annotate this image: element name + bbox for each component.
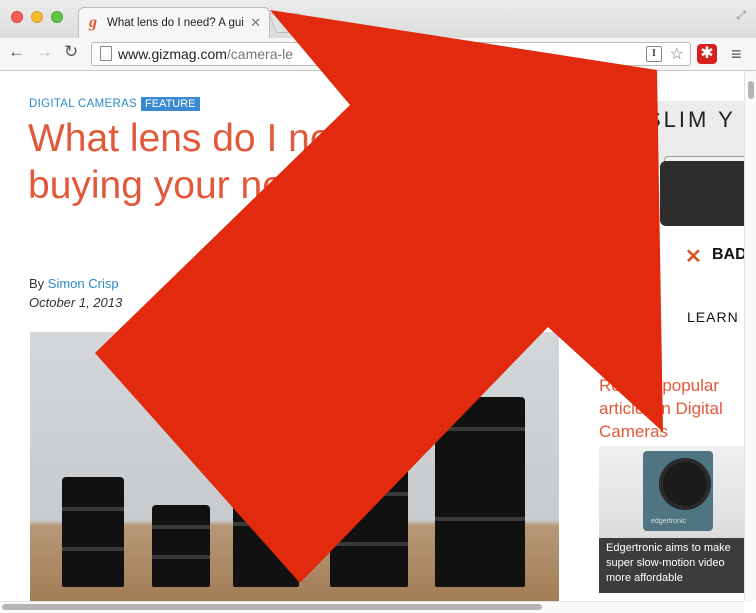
page-content: DIGITAL CAMERAS FEATURE What lens do I n… xyxy=(0,71,744,601)
close-tab-icon[interactable]: ✕ xyxy=(250,15,261,31)
horizontal-scrollbar[interactable] xyxy=(0,601,744,613)
maximize-window-button[interactable] xyxy=(51,11,63,23)
related-article-caption[interactable]: Edgertronic aims to make super slow-moti… xyxy=(606,541,744,586)
page-icon xyxy=(100,46,112,61)
ad-bad-text: BAD xyxy=(712,246,744,263)
related-article-card[interactable]: edgertronic Edgertronic aims to make sup… xyxy=(599,446,744,593)
ad-learn-button[interactable]: LEARN xyxy=(687,309,739,325)
back-button[interactable]: ← xyxy=(8,42,25,62)
minimize-window-button[interactable] xyxy=(31,11,43,23)
bookmark-star-icon[interactable]: ☆ xyxy=(670,44,684,64)
gizmag-favicon-icon: g xyxy=(89,14,97,31)
url-path: /camera-le xyxy=(226,46,294,62)
related-articles-title: Related popular articles in Digital Came… xyxy=(599,376,723,441)
browser-tab[interactable]: g What lens do I need? A gui ✕ xyxy=(78,7,270,38)
lens-image xyxy=(152,505,210,587)
address-bar[interactable]: www.gizmag.com/camera-le I ☆ xyxy=(91,42,691,66)
extension-icon[interactable]: ✱ xyxy=(697,44,717,64)
feature-badge[interactable]: FEATURE xyxy=(141,97,200,111)
wallet-image xyxy=(660,161,744,226)
lens-image xyxy=(233,422,299,587)
x-icon: ✕ xyxy=(685,246,702,268)
url-host: www.gizmag.com xyxy=(118,46,227,62)
window-titlebar: g What lens do I need? A gui ✕ ⤢ xyxy=(0,0,756,39)
url-text[interactable]: www.gizmag.com/camera-le xyxy=(118,46,293,62)
forward-button[interactable]: → xyxy=(36,42,53,62)
close-window-button[interactable] xyxy=(11,11,23,23)
publish-date: October 1, 2013 xyxy=(29,295,123,310)
edgertronic-camera-image: edgertronic xyxy=(599,446,744,538)
fullscreen-icon[interactable]: ⤢ xyxy=(736,8,746,23)
camera-lens xyxy=(659,458,711,510)
browser-toolbar: ← → ↻ www.gizmag.com/camera-le I ☆ ✱ ≡ xyxy=(0,38,756,71)
byline-prefix: By xyxy=(29,276,45,291)
horizontal-scroll-thumb[interactable] xyxy=(2,604,542,610)
article-hero-image xyxy=(30,332,559,601)
byline: By Simon Crisp xyxy=(29,276,119,291)
menu-icon[interactable]: ≡ xyxy=(731,44,742,65)
lens-image xyxy=(330,457,408,587)
reload-button[interactable]: ↻ xyxy=(64,42,78,62)
sidebar-ad[interactable]: SLIM Y ✕ BAD LEARN xyxy=(631,101,744,363)
category-link[interactable]: DIGITAL CAMERAS xyxy=(29,98,137,110)
lens-image xyxy=(435,397,525,587)
new-tab-button[interactable] xyxy=(268,13,308,33)
tab-title: What lens do I need? A gui xyxy=(107,17,244,29)
camera-logo: edgertronic xyxy=(651,518,687,525)
ad-headline: SLIM Y xyxy=(646,107,736,132)
author-link[interactable]: Simon Crisp xyxy=(48,276,119,291)
vertical-scrollbar[interactable] xyxy=(744,71,756,601)
lens-image xyxy=(62,477,124,587)
reader-icon[interactable]: I xyxy=(646,46,662,62)
article-headline: What lens do I need? A guide to buying y… xyxy=(28,117,579,207)
vertical-scroll-thumb[interactable] xyxy=(748,81,754,99)
